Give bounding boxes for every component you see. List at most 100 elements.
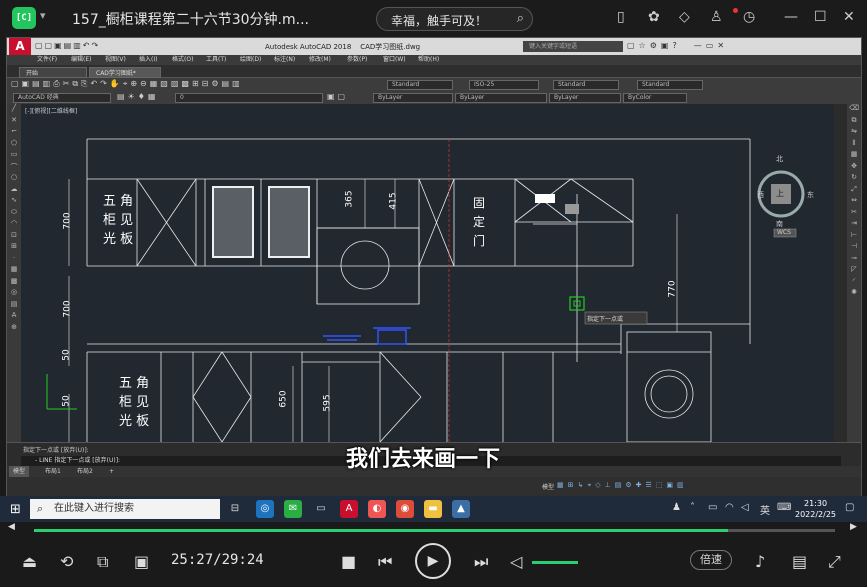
mirror-tool-icon[interactable]: ⇋ [847,127,861,139]
make-block-icon[interactable]: ⊞ [7,242,21,254]
rotate-tool-icon[interactable]: ↻ [847,173,861,185]
play-button[interactable]: ▶ [415,543,451,579]
polyline-tool-icon[interactable]: ⌐ [7,127,21,139]
dim-style-select[interactable]: ISO-25 [469,79,539,90]
minimize-icon[interactable]: — [784,9,798,25]
line-tool-icon[interactable]: ╱ [7,104,21,116]
drawing-canvas[interactable]: [-][俯视][二维线框] 五 角 柜 见 光 板 五 角 柜 见 光 板 固 … [21,104,834,442]
app-icon-red[interactable]: ◐ [368,500,386,518]
multileader-style-select[interactable]: Standard [637,79,703,90]
point-tool-icon[interactable]: · [7,254,21,266]
skin-icon[interactable]: ✿ [648,9,660,25]
chevron-down-icon[interactable]: ▾ [40,9,46,22]
previous-icon[interactable]: ⏮ [378,552,392,572]
menu-file[interactable]: 文件(F) [37,55,57,65]
viewcube-top[interactable]: 上 [776,188,784,199]
tray-network-icon[interactable]: ▭ [708,502,717,513]
stop-icon[interactable]: ■ [341,552,356,571]
menu-edit[interactable]: 编辑(E) [71,55,91,65]
taskbar-clock[interactable]: 21:30 2022/2/25 [795,498,836,520]
eject-icon[interactable]: ⏏ [22,552,37,571]
ellipse-tool-icon[interactable]: ⬭ [7,208,21,220]
table-style-select[interactable]: Standard [553,79,619,90]
chrome-icon[interactable]: ◉ [396,500,414,518]
revcloud-tool-icon[interactable]: ☁ [7,185,21,197]
autocad-logo-icon[interactable]: A [9,38,31,55]
arc-tool-icon[interactable]: ⌒ [7,162,21,174]
menu-view[interactable]: 视图(V) [105,55,126,65]
tray-up-icon[interactable]: ˄ [690,502,695,513]
autocad-taskbar-icon[interactable]: A [340,500,358,518]
cast-icon[interactable]: ⧉ [97,552,108,572]
viewcube-west[interactable]: 西 [757,190,764,200]
toolbox-icon[interactable]: ▤ [792,552,807,571]
player-logo-icon[interactable]: [C] [12,7,36,29]
scale-tool-icon[interactable]: ⤢ [847,185,861,197]
tab-model[interactable]: 模型 [9,466,30,477]
tray-person-icon[interactable]: ♟ [672,502,681,513]
extend-tool-icon[interactable]: ⇥ [847,219,861,231]
region-tool-icon[interactable]: ◎ [7,288,21,300]
player-search-box[interactable]: 幸福，触手可及！ ⌕ [376,7,533,31]
next-icon[interactable]: ⏭ [474,552,488,572]
volume-slider[interactable] [532,561,578,564]
hatch-tool-icon[interactable]: ▦ [7,265,21,277]
offset-tool-icon[interactable]: ⫴ [847,139,861,151]
history-icon[interactable]: ◷ [743,9,755,25]
lineweight-select[interactable]: ByLayer [549,92,621,103]
ellipse-arc-tool-icon[interactable]: ◠ [7,219,21,231]
screenshot-icon[interactable]: ▣ [134,552,149,571]
menu-dimension[interactable]: 标注(N) [274,55,295,65]
spline-tool-icon[interactable]: ∿ [7,196,21,208]
menu-help[interactable]: 帮助(H) [418,55,439,65]
maximize-icon[interactable]: ☐ [814,9,827,25]
menu-format[interactable]: 格式(O) [172,55,193,65]
volume-icon[interactable]: ◁ [510,552,522,571]
move-tool-icon[interactable]: ✥ [847,162,861,174]
progress-prev-icon[interactable]: ◀ [8,522,15,532]
xline-tool-icon[interactable]: ✕ [7,116,21,128]
insert-block-icon[interactable]: ⊡ [7,231,21,243]
circle-tool-icon[interactable]: ○ [7,173,21,185]
status-model-label[interactable]: 模型 [542,482,554,491]
wcs-label[interactable]: WCS [777,229,791,236]
plotstyle-select[interactable]: ByColor [623,92,687,103]
gradient-tool-icon[interactable]: ▩ [7,277,21,289]
viewcube-north[interactable]: 北 [776,154,783,164]
polygon-tool-icon[interactable]: ⬠ [7,139,21,151]
taskbar-search-placeholder[interactable]: 在此键入进行搜索 [54,503,134,514]
break-point-icon[interactable]: ⊢ [847,231,861,243]
tray-wifi-icon[interactable]: ◠ [725,502,734,513]
layer-select[interactable]: 0 [175,92,323,103]
text-style-select[interactable]: Standard [387,79,453,90]
help-search-input[interactable]: 键入关键字或短语 [523,41,623,52]
file-explorer-icon[interactable]: ▬ [424,500,442,518]
shirt-icon[interactable]: ♙ [710,9,723,25]
progress-next-icon[interactable]: ▶ [850,522,857,532]
task-view-icon[interactable]: ⊟ [226,500,244,518]
tray-language[interactable]: 英 [760,502,770,517]
status-toggle-icons[interactable]: ▦⊞↳⌖◇⊥▤⚙✚☰⬚▣▥ [557,481,688,490]
join-tool-icon[interactable]: ⊸ [847,254,861,266]
wechat-icon[interactable]: ✉ [284,500,302,518]
tab-layout1[interactable]: 布局1 [41,466,65,477]
stretch-tool-icon[interactable]: ⇔ [847,196,861,208]
quick-access-toolbar[interactable]: ▢▢▣▤▥↶↷ [35,41,100,50]
menu-insert[interactable]: 插入(I) [139,55,157,65]
chamfer-tool-icon[interactable]: ◸ [847,265,861,277]
menu-tools[interactable]: 工具(T) [206,55,226,65]
rectangle-tool-icon[interactable]: ▭ [7,150,21,162]
loop-icon[interactable]: ⟲ [60,552,73,571]
notification-icon[interactable]: ▢ [845,502,854,513]
workspace-select[interactable]: AutoCAD 经典 [13,92,111,103]
table-tool-icon[interactable]: ▤ [7,300,21,312]
app-icon-mountain[interactable]: ▲ [452,500,470,518]
windows-start-icon[interactable]: ⊞ [10,502,21,517]
tab-start[interactable]: 开始 [19,67,87,78]
erase-tool-icon[interactable]: ⌫ [847,104,861,116]
copy-tool-icon[interactable]: ⧉ [847,116,861,128]
add-layout-button[interactable]: + [105,466,118,477]
fast-forward-icon[interactable]: ♪ [755,552,765,571]
add-selected-icon[interactable]: ⊕ [7,323,21,335]
tab-layout2[interactable]: 布局2 [73,466,97,477]
